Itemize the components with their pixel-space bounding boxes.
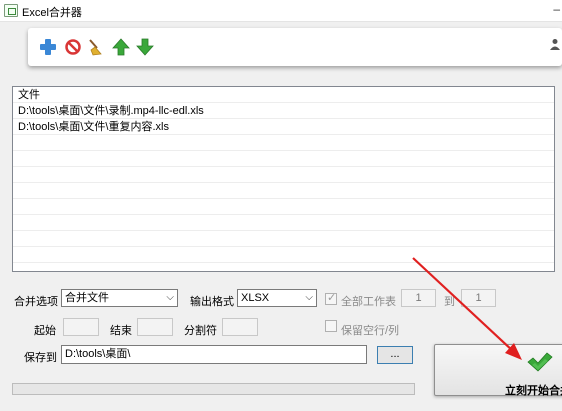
end-input[interactable] (137, 318, 173, 336)
remove-file-button[interactable] (63, 37, 83, 57)
start-label: 起始 (34, 325, 56, 337)
save-path-input[interactable]: D:\tools\桌面\ (61, 345, 367, 364)
app-icon (4, 4, 18, 17)
minimize-icon[interactable]: – (553, 2, 560, 16)
add-icon (40, 39, 56, 55)
empty-row (13, 151, 554, 167)
separator-label: 分割符 (184, 325, 217, 337)
start-merge-label: 立刻开始合并 (505, 385, 562, 397)
empty-row (13, 135, 554, 151)
move-up-icon (112, 38, 130, 56)
start-input[interactable] (63, 318, 99, 336)
progress-bar (12, 383, 415, 395)
file-list[interactable]: 文件 D:\tools\桌面\文件\录制.mp4-llc-edl.xls D:\… (12, 86, 555, 272)
file-list-header: 文件 (13, 87, 554, 103)
window-title: Excel合并器 (22, 7, 82, 19)
output-format-label: 输出格式 (190, 296, 234, 308)
add-file-button[interactable] (38, 37, 58, 57)
output-format-value: XLSX (241, 292, 270, 304)
remove-icon (65, 39, 81, 55)
save-to-label: 保存到 (24, 352, 57, 364)
double-check-icon (527, 352, 553, 372)
keep-blank-checkbox[interactable] (325, 320, 337, 332)
chevron-down-icon: ⌵ (305, 292, 313, 303)
merge-option-label: 合并选项 (14, 296, 58, 308)
empty-row (13, 247, 554, 263)
file-row[interactable]: D:\tools\桌面\文件\重复内容.xls (13, 119, 554, 135)
empty-row (13, 199, 554, 215)
all-sheets-label: 全部工作表 (341, 296, 396, 308)
move-down-icon (136, 38, 154, 56)
empty-row (13, 215, 554, 231)
toolbar (28, 28, 562, 66)
sheet-to-input[interactable]: 1 (461, 289, 496, 307)
move-up-button[interactable] (111, 37, 131, 57)
output-format-select[interactable]: XLSX ⌵ (237, 289, 317, 307)
sheet-from-input[interactable]: 1 (401, 289, 436, 307)
chevron-down-icon: ⌵ (166, 292, 174, 303)
user-icon[interactable] (550, 38, 560, 53)
to-label: 到 (444, 296, 455, 308)
end-label: 结束 (110, 325, 132, 337)
separator-input[interactable] (222, 318, 258, 336)
title-bar: Excel合并器 – (0, 0, 562, 22)
merge-option-select[interactable]: 合并文件 ⌵ (61, 289, 178, 307)
file-row[interactable]: D:\tools\桌面\文件\录制.mp4-llc-edl.xls (13, 103, 554, 119)
move-down-button[interactable] (135, 37, 155, 57)
merge-option-value: 合并文件 (65, 292, 109, 304)
empty-row (13, 231, 554, 247)
browse-button[interactable]: ... (377, 346, 413, 364)
all-sheets-checkbox[interactable] (325, 291, 337, 305)
clear-icon (89, 39, 102, 56)
keep-blank-label: 保留空行/列 (341, 325, 400, 337)
empty-row (13, 167, 554, 183)
clear-list-button[interactable] (86, 37, 106, 57)
empty-row (13, 183, 554, 199)
start-merge-button[interactable]: 立刻开始合并 (434, 344, 562, 397)
